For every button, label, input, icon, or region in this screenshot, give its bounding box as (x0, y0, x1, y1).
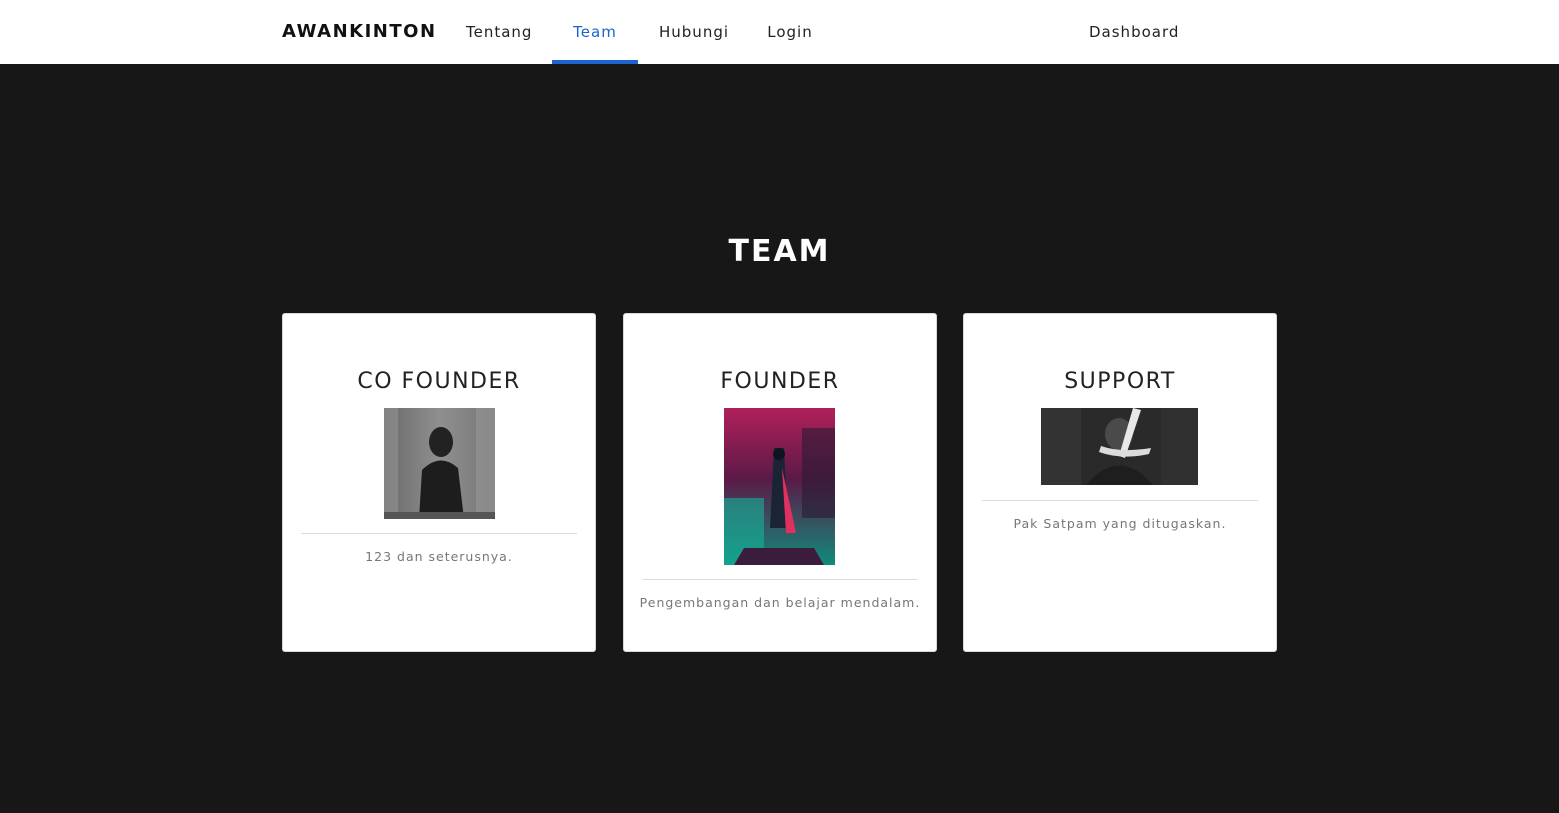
member-photo (724, 408, 835, 565)
card-title: FOUNDER (720, 369, 840, 394)
nav-item-hubungi[interactable]: Hubungi (659, 0, 728, 64)
card-description: Pengembangan dan belajar mendalam. (639, 595, 921, 610)
nav-item-login[interactable]: Login (767, 0, 813, 64)
card-description: 123 dan seterusnya. (365, 549, 513, 564)
card-divider (982, 500, 1258, 501)
member-photo (384, 408, 495, 519)
section-title: TEAM (728, 234, 831, 269)
card-description: Pak Satpam yang ditugaskan. (1013, 516, 1227, 531)
card-divider (642, 579, 918, 580)
member-photo (1041, 408, 1198, 485)
team-card-founder: FOUNDER Pengembangan dan belajar mendala… (623, 313, 937, 652)
nav-item-team[interactable]: Team (552, 0, 638, 64)
card-divider (301, 533, 577, 534)
team-card-co-founder: CO FOUNDER 123 dan seterusnya. (282, 313, 596, 652)
card-title: CO FOUNDER (357, 369, 521, 394)
navbar: AWANKINTON Tentang Team Hubungi Login Da… (0, 0, 1559, 64)
card-title: SUPPORT (1064, 369, 1176, 394)
nav-item-tentang[interactable]: Tentang (466, 0, 532, 64)
team-card-support: SUPPORT Pak Satpam yang ditugaskan. (963, 313, 1277, 652)
nav-item-dashboard[interactable]: Dashboard (1089, 0, 1179, 64)
brand-logo[interactable]: AWANKINTON (282, 20, 437, 44)
